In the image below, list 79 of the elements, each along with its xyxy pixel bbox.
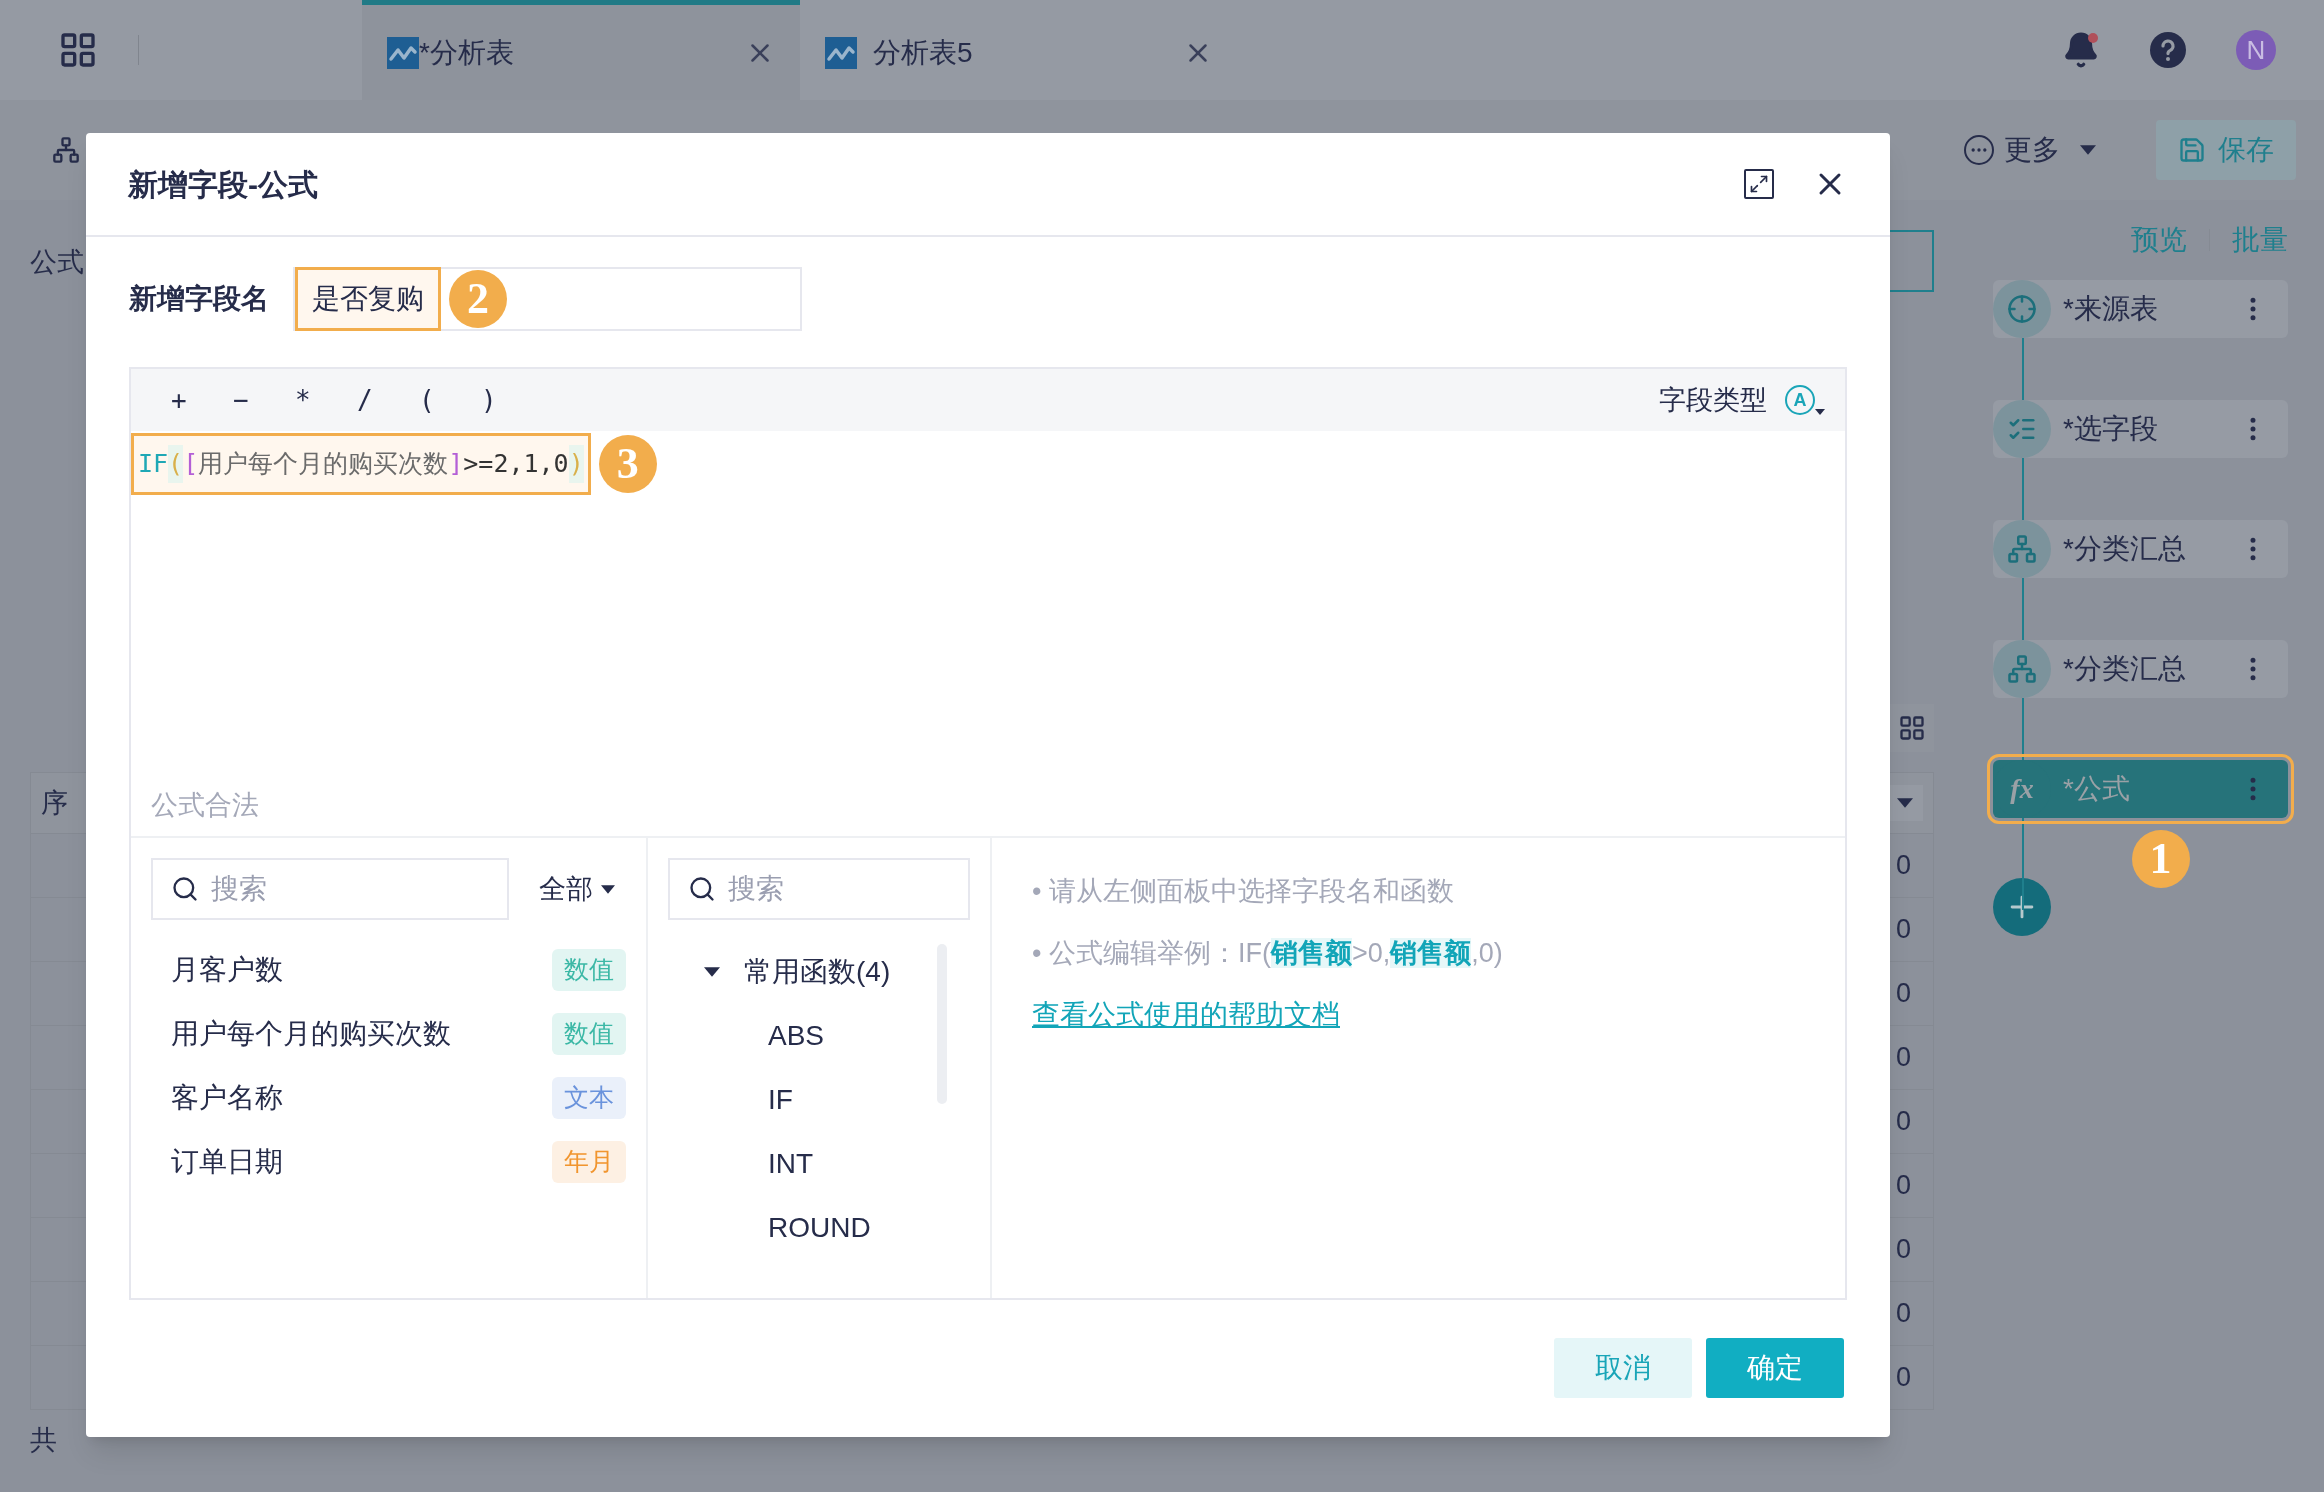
step-label: *选字段 — [2063, 412, 2158, 446]
pipeline-step[interactable]: *选字段 — [1993, 400, 2288, 458]
help-hint: • 请从左侧面板中选择字段名和函数 — [1032, 875, 1455, 908]
help-hint: • 公式编辑举例：IF(销售额>0,销售额,0) — [1032, 937, 1504, 970]
caret-icon — [601, 884, 615, 894]
hierarchy-icon — [2007, 654, 2037, 684]
document-tab[interactable]: *分析表 — [362, 0, 800, 100]
pipeline-step[interactable]: *分类汇总 — [1993, 640, 2288, 698]
search-icon — [688, 875, 716, 903]
caret-icon — [2080, 145, 2096, 155]
operator-button[interactable]: / — [357, 380, 419, 420]
operator-button[interactable]: ) — [481, 380, 543, 420]
table-cell-text: 0 — [1895, 913, 1911, 947]
function-group[interactable]: 常用函数(4) — [668, 940, 970, 1004]
pipeline-step[interactable]: *来源表 — [1993, 280, 2288, 338]
function-icon: fx — [2010, 768, 2034, 810]
pipeline-step[interactable]: *分类汇总 — [1993, 520, 2288, 578]
formula-editor[interactable]: IF([用户每个月的购买次数]>=2,1,0) — [131, 433, 591, 495]
function-list-item[interactable]: ABS — [768, 1015, 825, 1057]
field-type-tag: 数值 — [552, 1013, 626, 1055]
more-icon — [1964, 135, 1994, 165]
save-icon — [2178, 136, 2206, 164]
type-filter-dropdown[interactable]: 全部 — [539, 868, 615, 910]
function-list-item[interactable]: INT — [768, 1143, 814, 1185]
operator-button[interactable]: + — [171, 380, 233, 420]
step-label: *分类汇总 — [2063, 652, 2186, 686]
caret-icon — [1897, 798, 1913, 808]
field-list-item[interactable]: 月客户数 数值 — [151, 938, 626, 1002]
total-count-label: 共 — [30, 1423, 57, 1457]
hierarchy-icon[interactable] — [52, 136, 80, 164]
operator-button[interactable]: * — [295, 380, 357, 420]
table-cell-text: 0 — [1895, 1041, 1911, 1075]
field-list-item[interactable]: 客户名称 文本 — [151, 1066, 626, 1130]
operator-button[interactable]: ( — [419, 380, 481, 420]
tab-label: *分析表 — [419, 35, 514, 70]
step-label: *来源表 — [2063, 292, 2158, 326]
app-grid-icon[interactable] — [58, 30, 98, 70]
field-list-item[interactable]: 订单日期 年月 — [151, 1130, 626, 1194]
function-list-item[interactable]: IF — [768, 1079, 793, 1121]
step-number-marker: 1 — [2131, 830, 2190, 888]
table-cell-text: 0 — [1895, 1105, 1911, 1139]
bell-icon — [2062, 31, 2100, 69]
table-cell-text: 0 — [1895, 1233, 1911, 1267]
caret-icon — [704, 967, 720, 977]
step-label: *公式 — [2063, 772, 2130, 806]
add-step-button[interactable] — [1993, 878, 2051, 936]
notification-button[interactable] — [2062, 31, 2100, 69]
grid-icon — [1898, 714, 1926, 742]
column-header: 序 — [41, 786, 68, 820]
field-type-label: 字段类型 — [1659, 383, 1767, 417]
table-cell-text: 0 — [1895, 977, 1911, 1011]
field-name-label: 新增字段名 — [129, 282, 270, 316]
table-cell-text: 0 — [1895, 1169, 1911, 1203]
step-label: *分类汇总 — [2063, 532, 2186, 566]
step-number-marker: 3 — [598, 435, 657, 493]
crosshair-icon — [2007, 294, 2037, 324]
formula-status: 公式合法 — [151, 788, 259, 822]
more-button[interactable]: 更多 — [1964, 129, 2096, 171]
field-type-tag: 文本 — [552, 1077, 626, 1119]
field-name-input[interactable]: 是否复购 2 — [293, 267, 802, 331]
caret-icon — [1815, 409, 1825, 415]
hierarchy-icon — [2007, 534, 2037, 564]
table-cell-text: 0 — [1895, 1297, 1911, 1331]
help-icon[interactable] — [2150, 32, 2186, 68]
operator-button[interactable]: − — [233, 380, 295, 420]
field-type-tag: 年月 — [552, 1141, 626, 1183]
field-type-tag: 数值 — [552, 949, 626, 991]
chart-icon — [387, 36, 419, 69]
function-list-item[interactable]: ROUND — [768, 1207, 871, 1249]
step-number-marker: 2 — [449, 270, 507, 328]
formula-label: 公式 — [30, 246, 84, 279]
search-icon — [171, 875, 199, 903]
field-list-item[interactable]: 用户每个月的购买次数 数值 — [151, 1002, 626, 1066]
expand-icon[interactable] — [1744, 169, 1774, 199]
dialog-title: 新增字段-公式 — [128, 166, 318, 203]
table-cell-text: 0 — [1895, 849, 1911, 883]
table-cell-text: 0 — [1895, 1361, 1911, 1395]
tab-label: 分析表5 — [873, 35, 973, 70]
chart-icon — [825, 36, 857, 69]
